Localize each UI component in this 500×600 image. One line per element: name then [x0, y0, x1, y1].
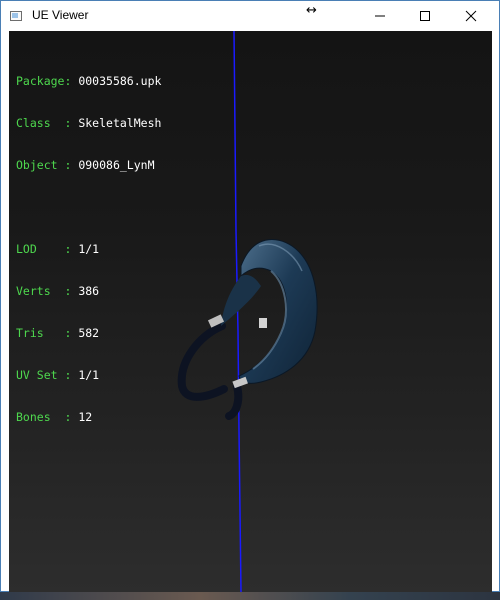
window-title: UE Viewer: [32, 8, 89, 22]
maximize-button[interactable]: [402, 1, 448, 31]
maximize-icon: [420, 11, 430, 21]
skeletal-mesh-model: [177, 239, 318, 420]
title-bar[interactable]: UE Viewer ↔: [1, 1, 499, 31]
minimize-button[interactable]: [357, 1, 403, 31]
app-icon: [9, 9, 23, 23]
resize-cursor-icon: ↔: [306, 3, 317, 18]
close-button[interactable]: [448, 1, 494, 31]
close-icon: [465, 10, 477, 22]
3d-viewport[interactable]: Package: 00035586.upk Class : SkeletalMe…: [9, 31, 492, 592]
minimize-icon: [375, 15, 385, 17]
desktop-background: [0, 591, 500, 600]
ue-viewer-window: UE Viewer ↔ Package: 00035586.upk Class …: [0, 0, 500, 592]
